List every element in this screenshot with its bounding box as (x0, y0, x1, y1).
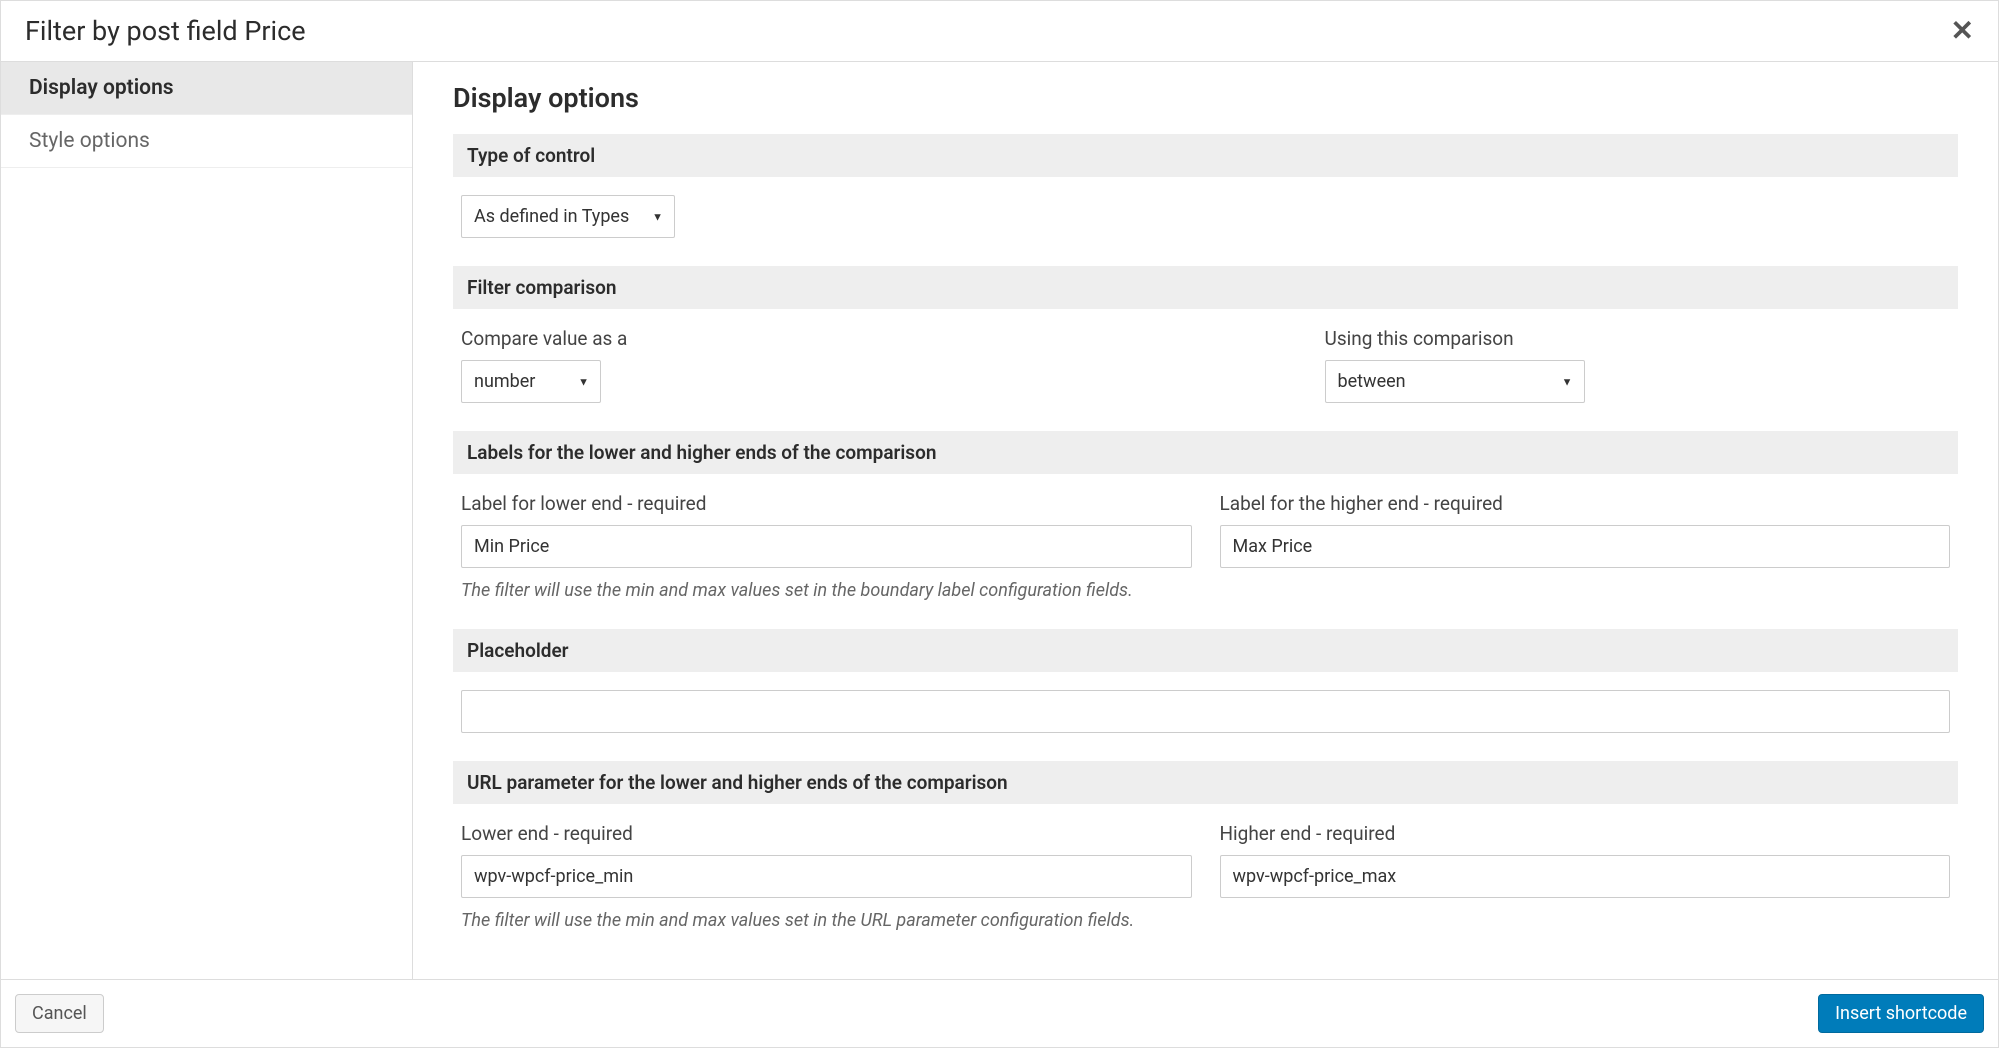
sidebar: Display options Style options (1, 62, 413, 979)
url-lower-input[interactable] (461, 855, 1192, 898)
compare-value-group: Compare value as a number (461, 327, 1087, 403)
url-higher-group: Higher end - required (1220, 822, 1951, 898)
labels-hint: The filter will use the min and max valu… (461, 580, 1950, 601)
insert-shortcode-button[interactable]: Insert shortcode (1818, 994, 1984, 1033)
sidebar-item-display-options[interactable]: Display options (1, 62, 412, 115)
modal-footer: Cancel Insert shortcode (1, 979, 1998, 1047)
modal-body: Display options Style options Display op… (1, 62, 1998, 979)
using-comparison-select-wrap: between (1325, 360, 1585, 403)
type-of-control-select[interactable]: As defined in Types (461, 195, 675, 238)
content-area: Display options Type of control As defin… (413, 62, 1998, 979)
section-url-param-header: URL parameter for the lower and higher e… (453, 761, 1958, 804)
placeholder-input[interactable] (461, 690, 1950, 733)
higher-label-group: Label for the higher end - required (1220, 492, 1951, 568)
url-higher-label: Higher end - required (1220, 822, 1951, 845)
lower-end-input[interactable] (461, 525, 1192, 568)
cancel-button[interactable]: Cancel (15, 994, 104, 1033)
url-lower-label: Lower end - required (461, 822, 1192, 845)
section-placeholder-header: Placeholder (453, 629, 1958, 672)
section-type-of-control-header: Type of control (453, 134, 1958, 177)
using-comparison-group: Using this comparison between (1325, 327, 1951, 403)
section-placeholder-body (453, 690, 1958, 761)
section-filter-comparison-header: Filter comparison (453, 266, 1958, 309)
url-lower-group: Lower end - required (461, 822, 1192, 898)
higher-end-input[interactable] (1220, 525, 1951, 568)
modal-title: Filter by post field Price (25, 15, 306, 47)
url-higher-input[interactable] (1220, 855, 1951, 898)
higher-end-label: Label for the higher end - required (1220, 492, 1951, 515)
section-type-of-control-body: As defined in Types (453, 195, 1958, 266)
type-of-control-select-wrap: As defined in Types (461, 195, 675, 238)
sidebar-item-label: Style options (29, 129, 150, 153)
section-filter-comparison-body: Compare value as a number Using this com… (453, 327, 1958, 431)
close-icon[interactable]: ✕ (1951, 17, 1974, 45)
lower-label-group: Label for lower end - required (461, 492, 1192, 568)
lower-end-label: Label for lower end - required (461, 492, 1192, 515)
section-url-param-body: Lower end - required Higher end - requir… (453, 822, 1958, 959)
filter-modal: Filter by post field Price ✕ Display opt… (0, 0, 1999, 1048)
compare-value-select-wrap: number (461, 360, 601, 403)
section-labels-ends-body: Label for lower end - required Label for… (453, 492, 1958, 629)
using-comparison-label: Using this comparison (1325, 327, 1951, 350)
compare-value-select[interactable]: number (461, 360, 601, 403)
compare-value-label: Compare value as a (461, 327, 1087, 350)
content-heading: Display options (453, 82, 1958, 114)
section-labels-ends-header: Labels for the lower and higher ends of … (453, 431, 1958, 474)
sidebar-item-style-options[interactable]: Style options (1, 115, 412, 168)
url-param-hint: The filter will use the min and max valu… (461, 910, 1950, 931)
using-comparison-select[interactable]: between (1325, 360, 1585, 403)
sidebar-item-label: Display options (29, 76, 174, 100)
modal-header: Filter by post field Price ✕ (1, 1, 1998, 62)
